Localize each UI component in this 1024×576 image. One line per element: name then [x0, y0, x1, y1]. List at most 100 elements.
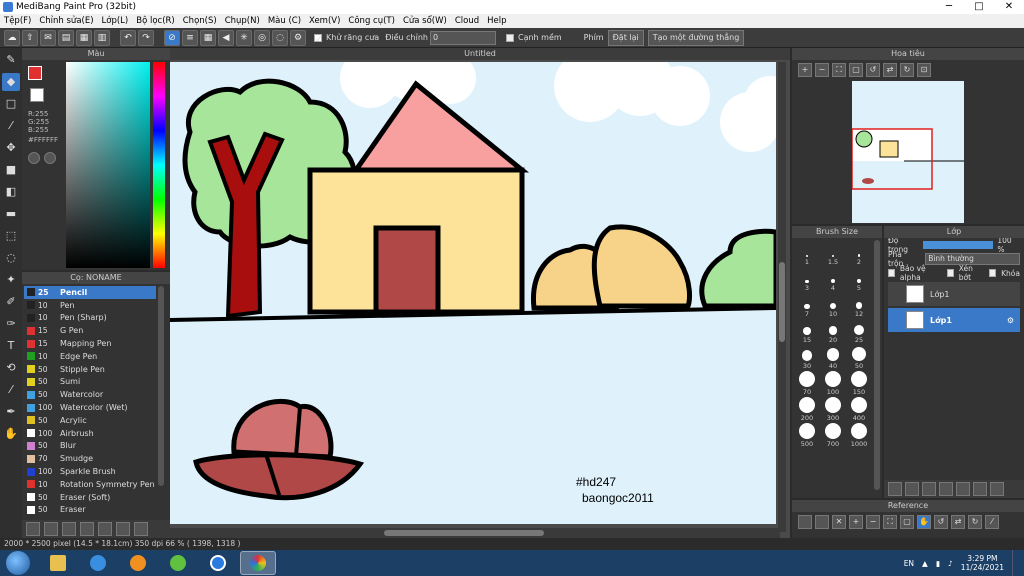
- clock[interactable]: 3:29 PM 11/24/2021: [961, 554, 1004, 572]
- move-tool-icon[interactable]: ✥: [2, 139, 20, 157]
- brush-item[interactable]: 25 Pencil: [24, 286, 156, 299]
- snap-vanish-icon[interactable]: ◀: [218, 29, 234, 46]
- foreground-color-swatch[interactable]: [28, 66, 42, 80]
- brush-copy-icon[interactable]: [80, 522, 94, 536]
- layer-item-selected[interactable]: Lớp1 ⚙: [888, 308, 1020, 332]
- ref-open-icon[interactable]: [798, 515, 812, 529]
- new-brush-icon[interactable]: [44, 522, 58, 536]
- text-tool-icon[interactable]: T: [2, 337, 20, 355]
- pen-tool-icon[interactable]: ✒: [2, 403, 20, 421]
- redo-icon[interactable]: ↷: [138, 29, 154, 46]
- settings-icon[interactable]: ⚙: [290, 29, 306, 46]
- brush-size-option[interactable]: 10: [820, 292, 846, 318]
- new-layer-1bit-icon[interactable]: [922, 482, 936, 496]
- select-tool-icon[interactable]: ⬚: [2, 227, 20, 245]
- snap-circle-icon[interactable]: ◎: [254, 29, 270, 46]
- settings-nav-icon[interactable]: ⊡: [917, 63, 931, 77]
- brush-folder-icon[interactable]: [98, 522, 112, 536]
- actual-size-icon[interactable]: ▢: [849, 63, 863, 77]
- create-line-button[interactable]: Tạo một đường thẳng: [647, 29, 745, 46]
- ref-zoom-in-icon[interactable]: +: [849, 515, 863, 529]
- brush-size-option[interactable]: 1000: [846, 422, 872, 448]
- brush-add-icon[interactable]: [62, 522, 76, 536]
- adjust-select[interactable]: 0: [429, 30, 496, 45]
- flip-icon[interactable]: ⇄: [883, 63, 897, 77]
- brush-size-option[interactable]: 150: [846, 370, 872, 396]
- ref-fit-icon[interactable]: ⛶: [883, 515, 897, 529]
- menu-layer[interactable]: Lớp(L): [98, 14, 133, 28]
- snap-curve-icon[interactable]: ◌: [272, 29, 288, 46]
- new-layer-icon[interactable]: [888, 482, 902, 496]
- brush-item[interactable]: 15 Mapping Pen: [24, 337, 156, 350]
- cloud-icon[interactable]: ☁: [4, 29, 20, 46]
- brush-item[interactable]: 50 Eraser (Soft): [24, 491, 156, 504]
- menu-help[interactable]: Help: [483, 14, 510, 28]
- upload-icon[interactable]: ⇧: [22, 29, 38, 46]
- open-icon[interactable]: ▤: [58, 29, 74, 46]
- hand-tool-icon[interactable]: ✋: [2, 425, 20, 443]
- dot-tool-icon[interactable]: ⁄: [2, 117, 20, 135]
- brush-size-option[interactable]: 300: [820, 396, 846, 422]
- canvas-vertical-scrollbar[interactable]: [778, 62, 786, 532]
- ref-flip-icon[interactable]: ⇄: [951, 515, 965, 529]
- reset-button[interactable]: Đặt lại: [607, 29, 644, 46]
- layer-menu-icon[interactable]: [956, 482, 970, 496]
- shape-tool-icon[interactable]: ■: [2, 161, 20, 179]
- maximize-button[interactable]: □: [964, 0, 994, 14]
- no-snap-icon[interactable]: ⊘: [164, 29, 180, 46]
- menu-cloud[interactable]: Cloud: [451, 14, 483, 28]
- menu-view[interactable]: Xem(V): [305, 14, 344, 28]
- brush-item[interactable]: 50 Eraser: [24, 504, 156, 517]
- drawing-canvas[interactable]: #hd247 baongoc2011: [170, 62, 776, 524]
- ref-rotate-right-icon[interactable]: ↻: [968, 515, 982, 529]
- brush-size-option[interactable]: 1: [794, 240, 820, 266]
- brush-size-scrollbar[interactable]: [874, 240, 880, 490]
- brush-item[interactable]: 50 Acrylic: [24, 414, 156, 427]
- opacity-slider[interactable]: [923, 241, 994, 249]
- magic-wand-icon[interactable]: ✦: [2, 271, 20, 289]
- brush-size-option[interactable]: 20: [820, 318, 846, 344]
- network-icon[interactable]: ▮: [936, 559, 940, 568]
- ref-rotate-left-icon[interactable]: ↺: [934, 515, 948, 529]
- zoom-out-icon[interactable]: −: [815, 63, 829, 77]
- layer-item[interactable]: Lớp1: [888, 282, 1020, 306]
- minimize-button[interactable]: ─: [934, 0, 964, 14]
- zoom-in-icon[interactable]: +: [798, 63, 812, 77]
- select-pen-icon[interactable]: ✐: [2, 293, 20, 311]
- taskbar-explorer[interactable]: [40, 551, 76, 575]
- snap-radial-icon[interactable]: ✳: [236, 29, 252, 46]
- comment-icon[interactable]: ✉: [40, 29, 56, 46]
- show-desktop-button[interactable]: [1012, 550, 1020, 576]
- snap-grid-icon[interactable]: ▦: [200, 29, 216, 46]
- menu-filter[interactable]: Bộ lọc(R): [132, 14, 179, 28]
- snap-parallel-icon[interactable]: ≡: [182, 29, 198, 46]
- rotate-right-icon[interactable]: ↻: [900, 63, 914, 77]
- brush-size-option[interactable]: 15: [794, 318, 820, 344]
- taskbar-zalo[interactable]: [200, 551, 236, 575]
- fit-icon[interactable]: ⛶: [832, 63, 846, 77]
- menu-select[interactable]: Chọn(S): [179, 14, 221, 28]
- ref-zoom-out-icon[interactable]: −: [866, 515, 880, 529]
- brush-item[interactable]: 10 Rotation Symmetry Pen: [24, 478, 156, 491]
- hue-slider[interactable]: [153, 62, 165, 268]
- close-button[interactable]: ✕: [994, 0, 1024, 14]
- menu-capture[interactable]: Chụp(N): [221, 14, 264, 28]
- duplicate-layer-icon[interactable]: [973, 482, 987, 496]
- brush-size-option[interactable]: 3: [794, 266, 820, 292]
- menu-tools[interactable]: Công cụ(T): [344, 14, 399, 28]
- menu-file[interactable]: Tệp(F): [0, 14, 35, 28]
- navigator-thumbnail[interactable]: [852, 81, 964, 223]
- brush-size-option[interactable]: 25: [846, 318, 872, 344]
- grid-icon[interactable]: ▥: [94, 29, 110, 46]
- brush-tool-icon[interactable]: ✎: [2, 51, 20, 69]
- ref-folder-icon[interactable]: [815, 515, 829, 529]
- taskbar-coccoc[interactable]: [160, 551, 196, 575]
- brush-cloud-icon[interactable]: [26, 522, 40, 536]
- brush-item[interactable]: 50 Blur: [24, 440, 156, 453]
- brush-size-option[interactable]: 400: [846, 396, 872, 422]
- brush-item[interactable]: 70 Smudge: [24, 452, 156, 465]
- dropper-tool-icon[interactable]: ⁄: [2, 381, 20, 399]
- select-eraser-icon[interactable]: ✑: [2, 315, 20, 333]
- brush-item[interactable]: 15 G Pen: [24, 324, 156, 337]
- brush-item[interactable]: 50 Watercolor: [24, 388, 156, 401]
